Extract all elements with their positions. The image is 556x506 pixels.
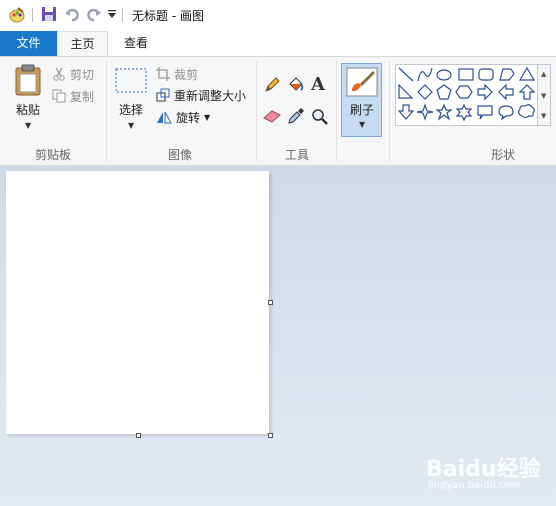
paint-app-icon[interactable] — [8, 6, 26, 27]
rotate-icon — [157, 111, 172, 124]
oval-shape-icon — [436, 69, 452, 81]
image-group-label: 图像 — [167, 148, 192, 162]
fill-bucket-icon[interactable] — [287, 76, 305, 97]
shapes-scrollbar[interactable]: ▲ ▼ ▼ — [538, 64, 551, 126]
rotate-label: 旋转 — [176, 110, 201, 125]
four-point-star-shape-icon — [416, 103, 434, 121]
line-shape-icon — [398, 67, 414, 82]
title-bar: 无标题 - 画图 — [0, 0, 556, 31]
window-title: 无标题 - 画图 — [132, 9, 204, 23]
group-separator — [389, 61, 390, 161]
text-tool-icon[interactable]: A — [311, 74, 325, 95]
eraser-icon[interactable] — [263, 109, 281, 126]
resize-label: 重新调整大小 — [174, 88, 247, 103]
shapes-gallery-icons — [397, 66, 536, 122]
group-separator — [256, 61, 257, 161]
diamond-shape-icon — [417, 84, 433, 100]
watermark-url: jingyan.baidu.com — [428, 480, 521, 491]
tools-group-label: 工具 — [284, 148, 309, 162]
resize-handle-right[interactable] — [268, 300, 273, 305]
up-arrow-shape-icon — [518, 84, 536, 100]
brush-icon — [346, 67, 378, 100]
resize-icon — [156, 88, 170, 102]
polygon-shape-icon — [499, 68, 515, 81]
cut-button[interactable]: 剪切 — [52, 64, 94, 84]
paste-dropdown-icon[interactable]: ▼ — [25, 121, 31, 130]
group-separator — [106, 61, 107, 161]
scissors-icon — [53, 67, 65, 81]
rectangle-shape-icon — [458, 68, 474, 81]
copy-icon — [52, 89, 66, 103]
color-picker-icon[interactable] — [287, 107, 305, 128]
scroll-down-icon[interactable]: ▼ — [541, 92, 546, 100]
expand-gallery-icon[interactable]: ▼ — [541, 112, 546, 120]
crop-button[interactable]: 裁剪 — [156, 64, 198, 84]
watermark-brand: Baidu经验 — [426, 457, 541, 482]
rounded-rectangle-shape-icon — [478, 68, 494, 81]
curve-shape-icon — [417, 67, 433, 82]
six-point-star-shape-icon — [455, 103, 473, 122]
pentagon-shape-icon — [436, 84, 452, 100]
rotate-button[interactable]: 旋转 ▼ — [156, 107, 210, 127]
ribbon-tabs: 文件 主页 查看 — [0, 31, 556, 56]
resize-button[interactable]: 重新调整大小 — [156, 85, 246, 105]
cut-label: 剪切 — [70, 67, 95, 82]
undo-icon[interactable] — [64, 6, 80, 25]
triangle-shape-icon — [518, 66, 536, 81]
magnifier-icon[interactable] — [311, 108, 329, 129]
rectangular-callout-shape-icon — [477, 105, 493, 120]
hexagon-shape-icon — [455, 85, 473, 99]
brushes-dropdown-icon: ▼ — [359, 120, 366, 129]
canvas-area[interactable]: Baidu经验 jingyan.baidu.com — [0, 166, 556, 506]
brushes-label: 刷子 — [349, 103, 374, 117]
group-separator — [336, 61, 337, 161]
paste-button[interactable]: 粘贴 — [14, 101, 42, 118]
crop-icon — [156, 67, 170, 81]
copy-label: 复制 — [70, 89, 95, 104]
resize-handle-bottom[interactable] — [136, 433, 141, 438]
clipboard-group-label: 剪贴板 — [34, 148, 71, 162]
right-arrow-shape-icon — [477, 83, 493, 101]
drawing-canvas[interactable] — [6, 171, 269, 434]
select-icon[interactable] — [115, 68, 147, 97]
paste-icon[interactable] — [13, 64, 43, 99]
save-icon[interactable] — [41, 6, 57, 25]
left-arrow-shape-icon — [498, 83, 514, 101]
down-arrow-shape-icon — [397, 104, 415, 120]
tab-file[interactable]: 文件 — [0, 31, 57, 56]
customize-toolbar-icon[interactable] — [107, 8, 117, 23]
resize-handle-corner[interactable] — [268, 433, 273, 438]
pencil-icon[interactable] — [263, 76, 281, 97]
tab-view[interactable]: 查看 — [110, 31, 162, 56]
cloud-callout-shape-icon — [517, 104, 535, 119]
right-triangle-shape-icon — [398, 83, 414, 99]
separator — [32, 8, 33, 22]
oval-callout-shape-icon — [498, 105, 514, 121]
separator — [122, 8, 123, 22]
shapes-gallery — [395, 64, 538, 126]
select-dropdown-icon[interactable]: ▼ — [128, 121, 134, 130]
five-point-star-shape-icon — [435, 103, 453, 121]
ribbon: 粘贴 ▼ 剪切 复制 剪贴板 选择 ▼ 裁剪 重新调整大小 旋转 ▼ 图像 A … — [0, 56, 556, 166]
shapes-group-label: 形状 — [490, 148, 515, 162]
brushes-button[interactable]: 刷子 ▼ — [341, 63, 382, 137]
redo-icon[interactable] — [86, 6, 102, 25]
scroll-up-icon[interactable]: ▲ — [541, 70, 546, 78]
copy-button[interactable]: 复制 — [52, 86, 94, 106]
select-button[interactable]: 选择 — [117, 101, 145, 118]
tab-home[interactable]: 主页 — [57, 31, 108, 56]
rotate-dropdown-icon[interactable]: ▼ — [204, 113, 210, 122]
crop-label: 裁剪 — [174, 67, 199, 82]
